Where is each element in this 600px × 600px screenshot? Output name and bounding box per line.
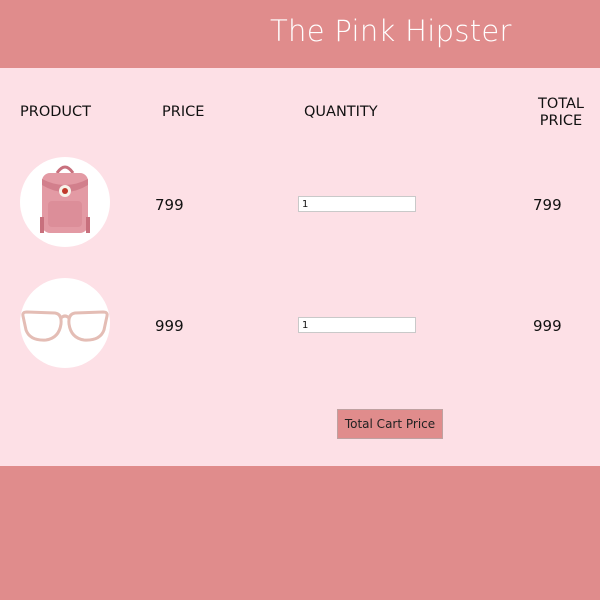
backpack-image[interactable] — [20, 157, 110, 247]
row-total-price: 799 — [533, 196, 562, 214]
glasses-image[interactable] — [20, 278, 110, 368]
row-price: 999 — [155, 317, 184, 335]
quantity-input[interactable] — [298, 317, 416, 333]
site-footer — [0, 466, 600, 600]
site-header: The Pink Hipster — [0, 0, 600, 68]
backpack-icon — [40, 165, 90, 233]
column-header-quantity: QUANTITY — [304, 104, 378, 120]
column-header-product: PRODUCT — [20, 104, 91, 120]
quantity-input[interactable] — [298, 196, 416, 212]
glasses-icon — [21, 310, 109, 342]
row-total-price: 999 — [533, 317, 562, 335]
site-title: The Pink Hipster — [270, 14, 512, 48]
row-price: 799 — [155, 196, 184, 214]
column-header-price: PRICE — [162, 104, 205, 120]
cart-section — [0, 68, 600, 466]
total-cart-price-button[interactable]: Total Cart Price — [337, 409, 443, 439]
column-header-total-price: TOTAL PRICE — [538, 96, 584, 129]
